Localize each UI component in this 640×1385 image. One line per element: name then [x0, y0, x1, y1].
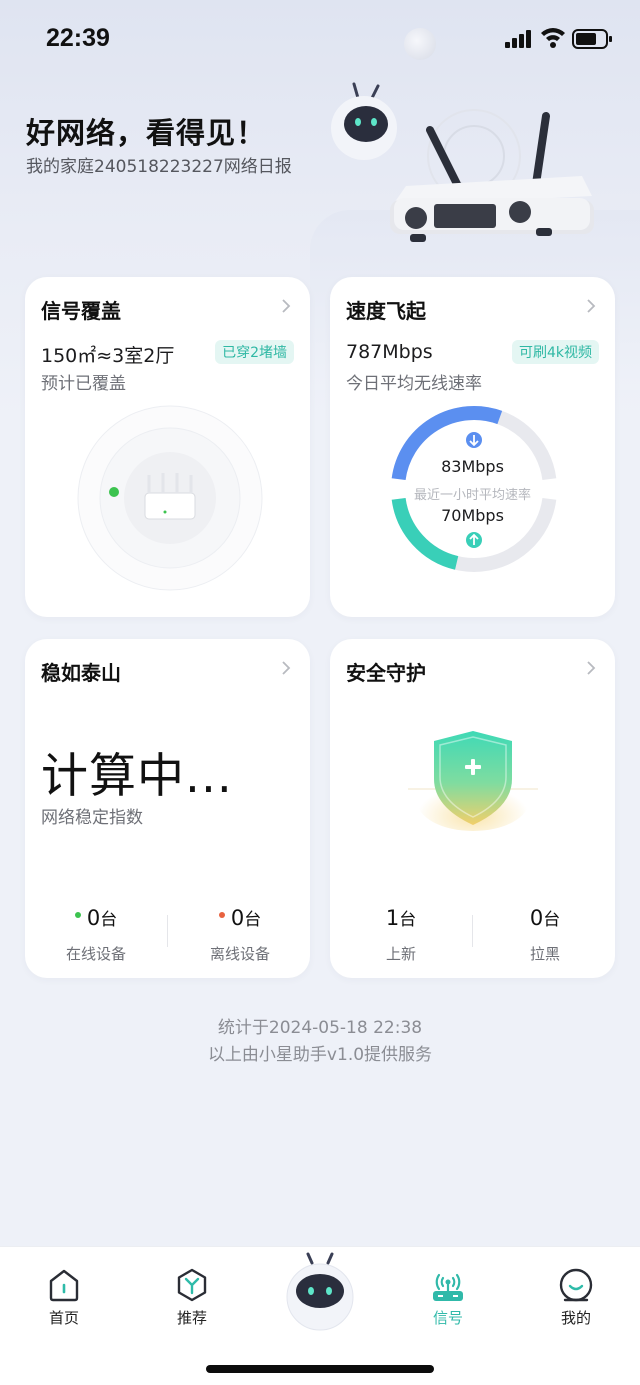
cellular-signal-icon — [505, 30, 531, 48]
status-bar: 22:39 — [0, 0, 640, 80]
home-indicator — [206, 1365, 434, 1373]
tab-profile[interactable]: 我的 — [536, 1267, 616, 1328]
card-title: 安全守护 — [346, 661, 426, 685]
coverage-subtitle: 预计已覆盖 — [41, 374, 126, 394]
security-card[interactable]: 安全守护 1台 上新 0台 拉黑 — [330, 639, 615, 978]
battery-icon — [572, 29, 612, 49]
ring-caption: 最近一小时平均速率 — [413, 488, 531, 503]
stability-subtitle: 网络稳定指数 — [41, 808, 143, 828]
bottom-tab-bar: 首页 推荐 信号 我的 — [0, 1246, 640, 1385]
speed-subtitle: 今日平均无线速率 — [346, 374, 482, 394]
upload-speed: 70Mbps — [441, 506, 504, 525]
speed-capability-badge: 可刷4k视频 — [511, 340, 599, 364]
wifi-icon — [541, 28, 565, 48]
profile-icon — [559, 1268, 593, 1302]
page-title: 好网络，看得见！ — [26, 116, 267, 150]
divider — [167, 915, 168, 947]
security-shield-icon — [408, 731, 538, 831]
router-illustration — [390, 109, 594, 242]
recommend-icon — [177, 1268, 207, 1302]
online-devices-label: 在线设备 — [65, 945, 126, 963]
offline-status-dot — [218, 912, 225, 918]
online-devices-count: 0台 — [36, 905, 156, 930]
card-title: 信号覆盖 — [41, 299, 121, 323]
download-speed: 83Mbps — [441, 457, 504, 476]
online-status-dot — [74, 912, 81, 918]
stability-card[interactable]: 稳如泰山 计算中... 网络稳定指数 0台 在线设备 0台 离线设备 — [25, 639, 310, 978]
service-provider-note: 以上由小星助手v1.0提供服务 — [207, 1045, 433, 1065]
blocked-devices-count: 0台 — [529, 906, 561, 930]
wall-penetration-badge: 已穿2堵墙 — [215, 340, 294, 364]
card-title: 稳如泰山 — [41, 661, 121, 685]
chevron-right-icon — [282, 299, 291, 313]
tab-recommend[interactable]: 推荐 — [152, 1267, 232, 1328]
tab-home[interactable]: 首页 — [24, 1267, 104, 1328]
offline-devices-label: 离线设备 — [209, 945, 270, 963]
chevron-right-icon — [587, 299, 596, 313]
coverage-diagram — [77, 405, 263, 591]
signal-router-icon — [433, 1273, 463, 1301]
status-time: 22:39 — [46, 24, 110, 52]
page-subtitle: 我的家庭240518223227网络日报 — [26, 157, 292, 177]
chevron-right-icon — [587, 661, 596, 675]
signal-coverage-card[interactable]: 信号覆盖 150㎡≈3室2厅 已穿2堵墙 预计已覆盖 — [25, 277, 310, 617]
assistant-robot-button[interactable] — [286, 1251, 354, 1333]
tab-signal[interactable]: 信号 — [408, 1267, 488, 1328]
coverage-area: 150㎡≈3室2厅 — [41, 345, 175, 367]
speed-card[interactable]: 速度飞起 787Mbps 可刷4k视频 今日平均无线速率 83Mbps 最近一小… — [330, 277, 615, 617]
average-speed: 787Mbps — [346, 341, 433, 363]
card-title: 速度飞起 — [346, 299, 426, 323]
home-icon — [49, 1269, 79, 1302]
stats-timestamp: 统计于2024-05-18 22:38 — [217, 1018, 423, 1038]
blocked-devices-label: 拉黑 — [529, 945, 560, 963]
divider — [472, 915, 473, 947]
stability-value: 计算中... — [41, 749, 233, 804]
chevron-right-icon — [282, 661, 291, 675]
offline-devices-count: 0台 — [180, 905, 300, 930]
new-devices-count: 1台 — [385, 906, 417, 930]
new-devices-label: 上新 — [385, 945, 416, 963]
